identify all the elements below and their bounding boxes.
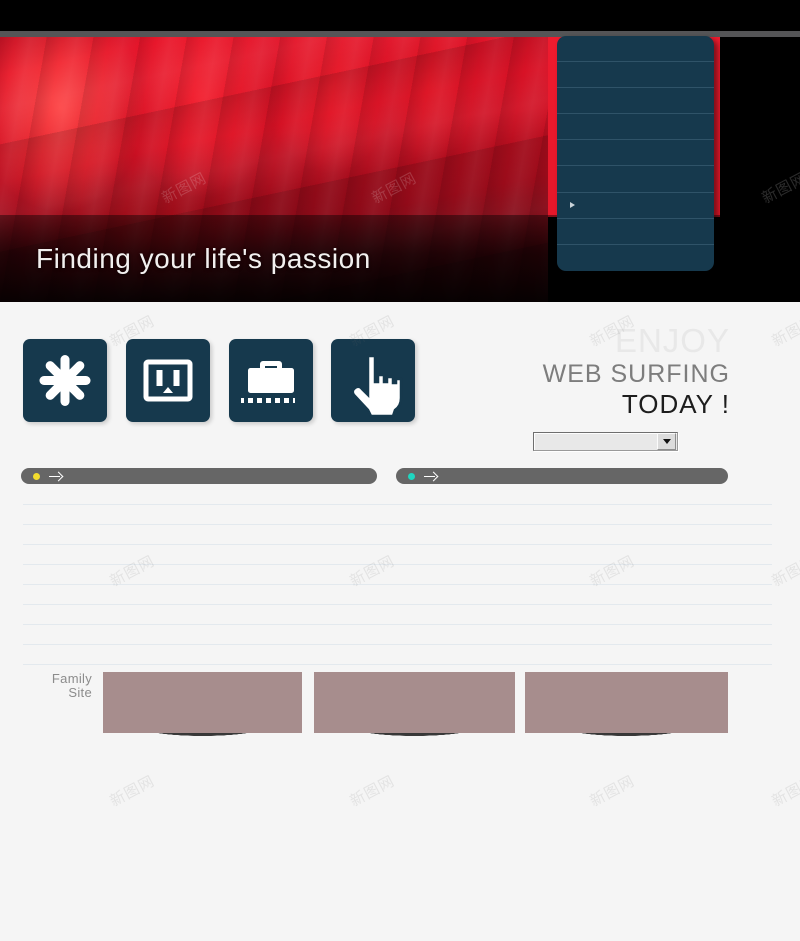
site-select-dropdown[interactable] [533,432,678,451]
banner-shadow [103,733,302,743]
asterisk-icon [39,355,91,406]
content-placeholder-left [23,500,399,665]
icon-tile-asterisk[interactable] [23,339,107,422]
family-site-label-line2: Site [68,685,92,700]
placeholder-line [396,664,772,665]
promo-line-web-surfing: WEB SURFING [542,360,730,388]
family-site-label-line1: Family [51,671,92,686]
nav-panel-row[interactable] [557,140,714,167]
placeholder-line [23,564,399,565]
family-site-banner[interactable] [103,672,302,743]
page-root: 新图网 新图网 新图网 新图网 Finding your life's pass… [0,0,800,941]
family-site-banner[interactable] [314,672,515,743]
placeholder-line [396,604,772,605]
placeholder-line [23,624,399,625]
status-dot [33,472,40,480]
triangle-marker-icon [570,201,575,208]
placeholder-line [396,544,772,545]
placeholder-line [23,504,399,505]
promo-line-today: TODAY ! [621,389,730,419]
power-outlet-icon [143,359,193,402]
placeholder-line [23,644,399,645]
placeholder-line [396,564,772,565]
hero-headline: Finding your life's passion [36,243,371,274]
nav-panel-row[interactable] [557,245,714,271]
placeholder-line [396,504,772,505]
content-placeholder-right [396,500,772,665]
icon-tile-pointing-hand[interactable] [331,339,415,422]
placeholder-line [396,584,772,585]
briefcase-icon [241,361,295,403]
nav-panel-row[interactable] [557,36,714,63]
status-dot [408,472,415,480]
icon-tile-briefcase[interactable] [229,339,313,422]
chevron-down-icon[interactable] [657,433,676,450]
nav-panel-row[interactable] [557,219,714,245]
placeholder-line [396,644,772,645]
family-site-banner[interactable] [525,672,728,743]
promo-line-enjoy: ENJOY [614,322,730,359]
banner-shadow [525,733,728,743]
placeholder-line [23,584,399,585]
placeholder-line [23,544,399,545]
banner-shadow [314,733,515,743]
arrow-right-icon [424,472,437,481]
nav-panel-row-selected[interactable] [557,193,714,219]
nav-panel-row[interactable] [557,62,714,89]
pointing-hand-cursor-icon [351,354,403,418]
arrow-right-icon [49,472,62,481]
nav-panel-row[interactable] [557,166,714,193]
section-bar-left[interactable] [21,468,377,484]
family-site-label: Family Site [22,672,92,700]
section-bar-right[interactable] [396,468,728,484]
placeholder-line [396,524,772,525]
placeholder-line [23,604,399,605]
placeholder-line [23,664,399,665]
placeholder-line [23,524,399,525]
hero-nav-panel[interactable] [557,36,714,271]
placeholder-line [396,624,772,625]
nav-panel-row[interactable] [557,88,714,115]
icon-tile-power-outlet[interactable] [126,339,210,422]
top-black-bar [0,0,800,31]
nav-panel-row[interactable] [557,114,714,141]
